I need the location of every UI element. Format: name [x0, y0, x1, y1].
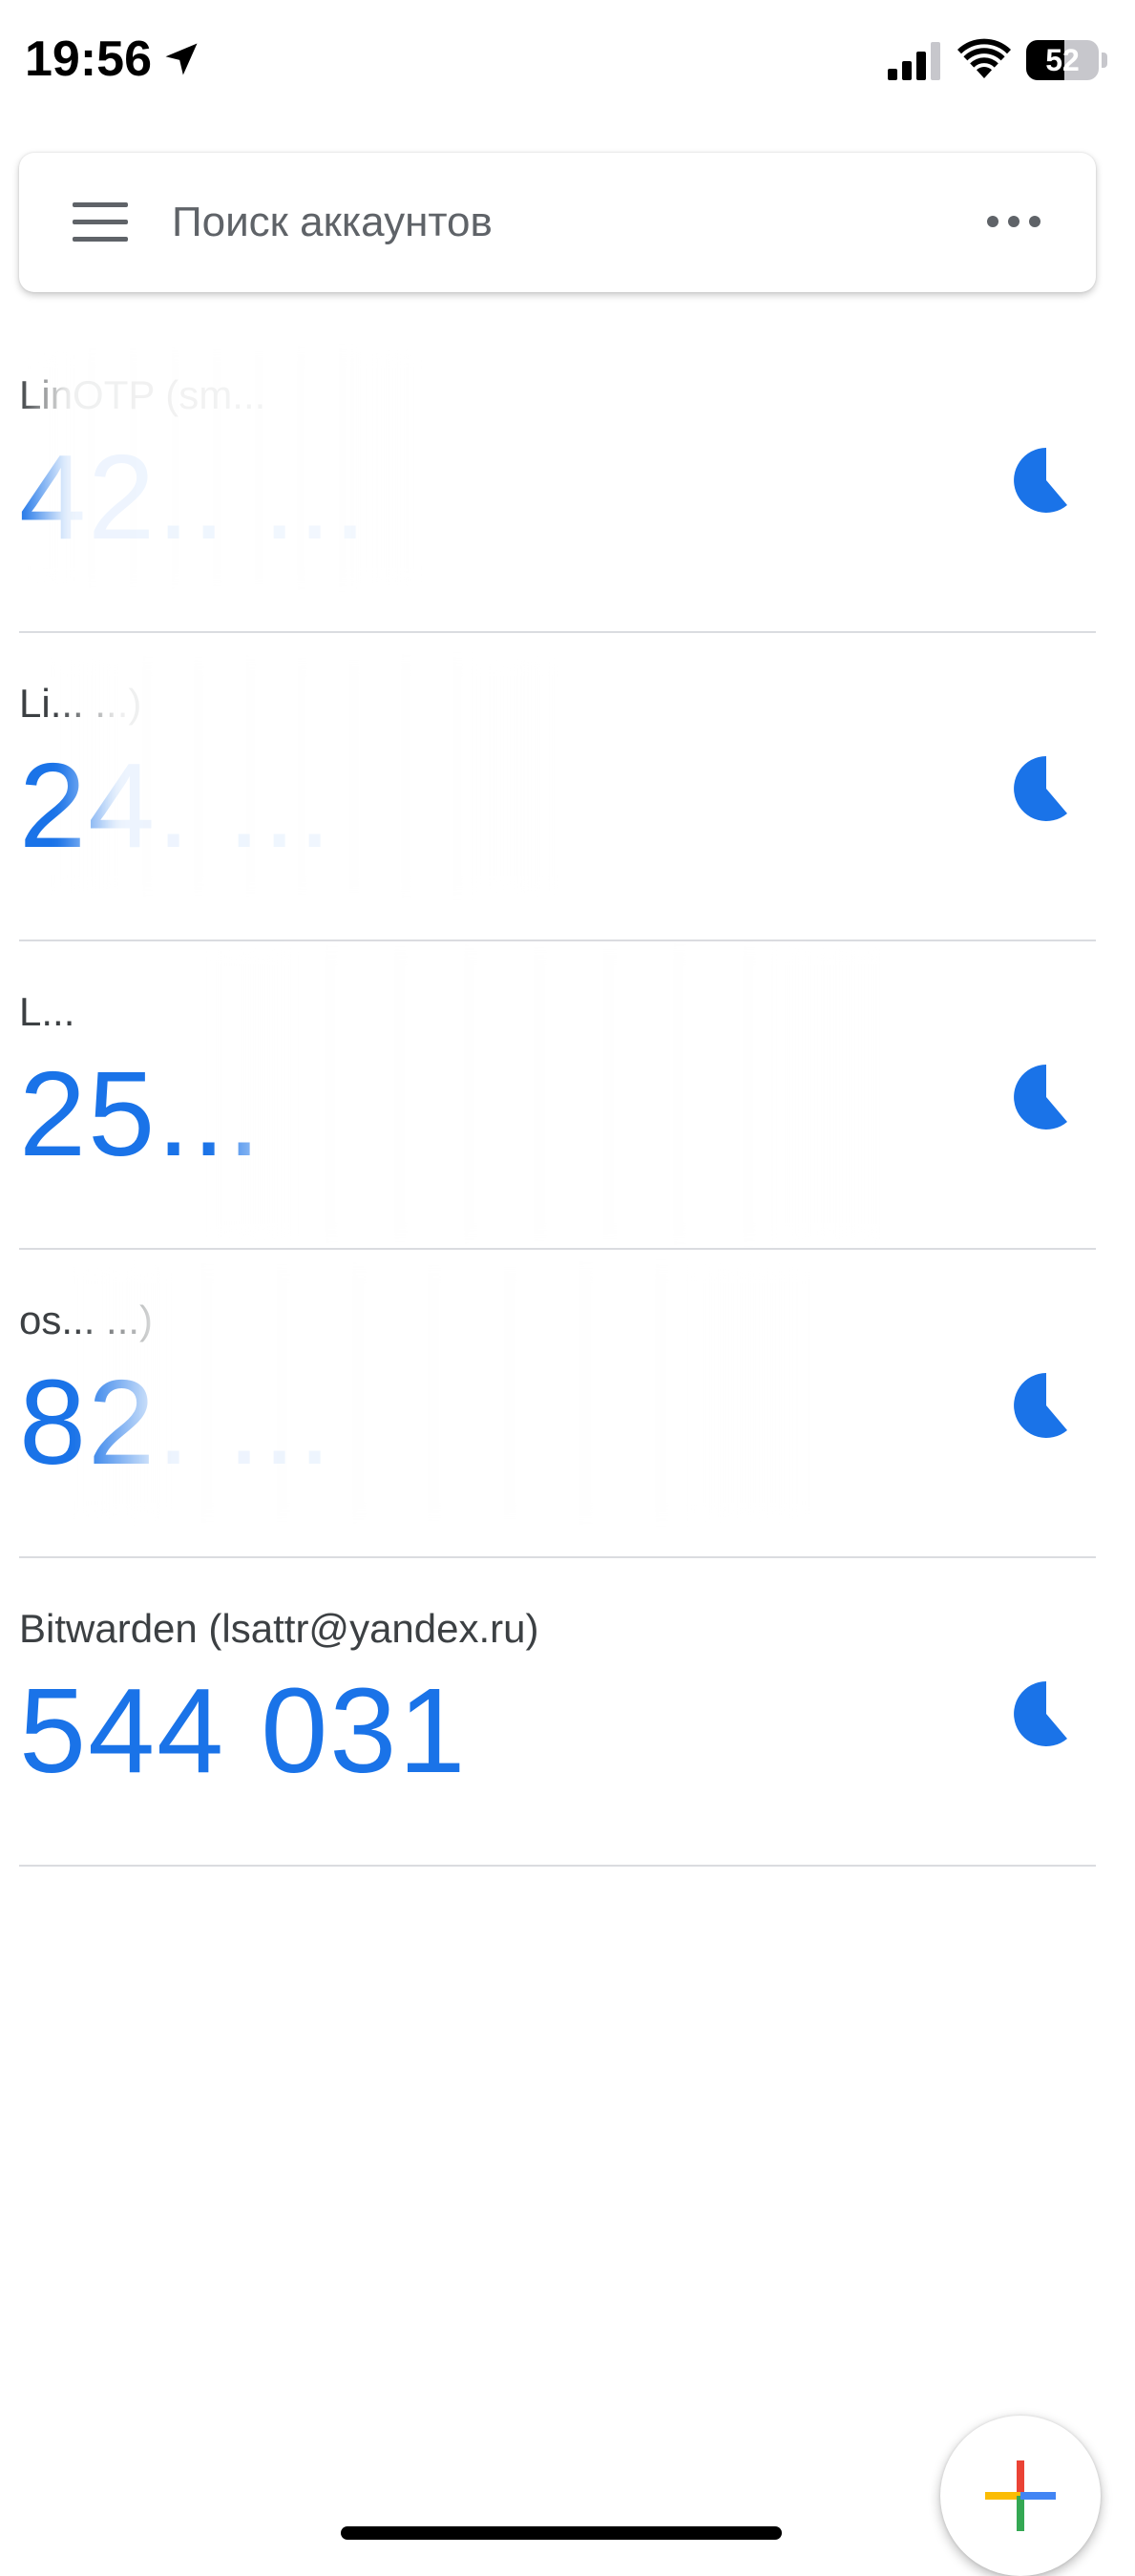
account-item[interactable]: os... ...) 82. ...	[19, 1250, 1096, 1558]
account-code[interactable]: 82. ...	[19, 1362, 333, 1483]
hamburger-menu-icon[interactable]	[73, 201, 128, 244]
search-bar	[19, 153, 1096, 292]
status-time: 19:56	[25, 32, 152, 87]
countdown-timer-icon	[1014, 1373, 1067, 1438]
account-item[interactable]: LinOTP (sm... 42.. ...	[19, 325, 1096, 633]
more-options-icon[interactable]	[985, 206, 1042, 239]
status-bar: 19:56 52	[0, 0, 1135, 134]
wifi-icon	[957, 38, 1011, 78]
account-item[interactable]: Li... ...) 24. ...	[19, 633, 1096, 941]
account-name: Bitwarden (lsattr@yandex.ru)	[19, 1606, 539, 1651]
account-item[interactable]: Bitwarden (lsattr@yandex.ru) 544 031	[19, 1558, 1096, 1867]
search-input[interactable]	[172, 191, 955, 254]
account-name: L...	[19, 989, 75, 1034]
account-code[interactable]: 25...	[19, 1054, 263, 1174]
account-list: LinOTP (sm... 42.. ... Li... ...) 24. ..…	[19, 325, 1096, 1867]
account-code[interactable]: 544 031	[19, 1671, 467, 1791]
add-plus-icon	[985, 2460, 1056, 2531]
cellular-signal-icon	[888, 42, 940, 80]
add-account-button[interactable]	[940, 2416, 1101, 2576]
countdown-timer-icon	[1014, 448, 1067, 513]
account-item[interactable]: L... 25...	[19, 941, 1096, 1250]
battery-icon: 52	[1026, 40, 1108, 80]
countdown-timer-icon	[1014, 1681, 1067, 1746]
account-name: LinOTP (sm...	[19, 372, 266, 417]
battery-tip	[1102, 53, 1107, 68]
location-arrow-icon	[165, 43, 198, 75]
countdown-timer-icon	[1014, 756, 1067, 821]
account-name: Li... ...)	[19, 681, 142, 726]
battery-body: 52	[1026, 40, 1099, 80]
account-name: os... ...)	[19, 1298, 154, 1342]
account-code[interactable]: 42.. ...	[19, 437, 368, 558]
countdown-timer-icon	[1014, 1065, 1067, 1130]
battery-percent: 52	[1045, 43, 1080, 77]
account-code[interactable]: 24. ...	[19, 746, 333, 866]
home-indicator	[341, 2526, 782, 2540]
